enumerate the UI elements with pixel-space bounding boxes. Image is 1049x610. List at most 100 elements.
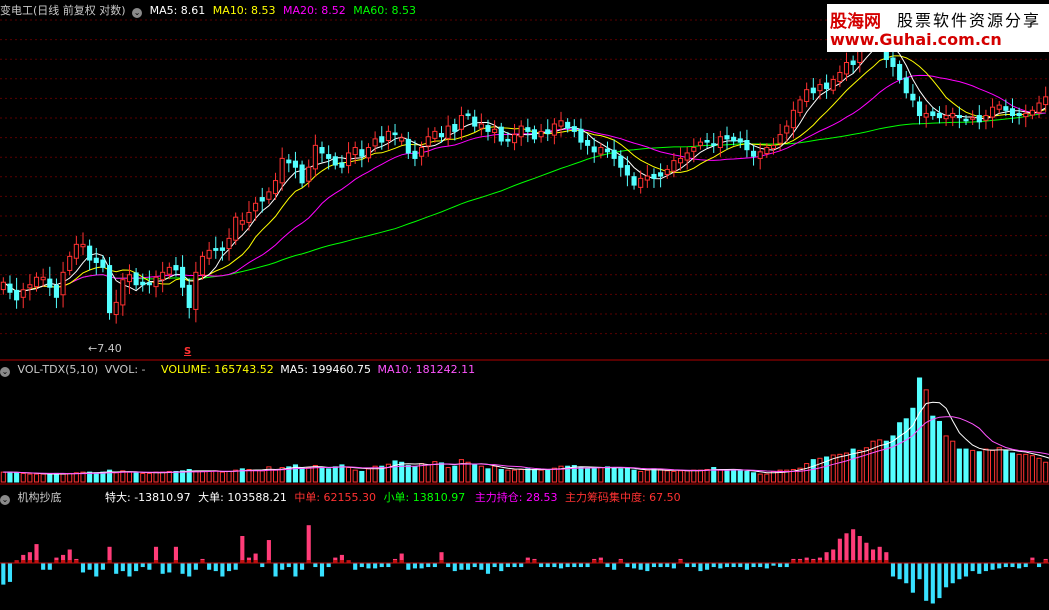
candle-body	[545, 129, 551, 135]
volume-bar	[591, 467, 597, 483]
volume-bar	[20, 472, 26, 483]
indicator-bar	[970, 563, 975, 572]
menu-circle-icon[interactable]: ⌄	[132, 8, 143, 18]
candle-body	[996, 104, 1002, 110]
candle-body	[432, 130, 438, 139]
indicator-bar	[744, 563, 749, 570]
indicator-bar	[426, 563, 431, 568]
ma5-label: MA5: 8.61	[149, 4, 206, 17]
ma60-line	[3, 112, 1046, 292]
indicator-bar	[87, 563, 92, 570]
indicator-bar	[326, 563, 331, 568]
candle-body	[206, 249, 212, 259]
candle-body	[359, 149, 365, 157]
candle-body	[817, 84, 823, 92]
indicator-bar	[631, 563, 637, 569]
candle-body	[731, 136, 737, 142]
menu-circle-icon[interactable]: ⌄	[0, 367, 10, 377]
volume-bar	[744, 470, 750, 483]
volume-bar	[326, 468, 332, 483]
indicator-bar	[612, 563, 617, 570]
candle-body	[113, 301, 119, 316]
candle-body	[1009, 108, 1016, 117]
indicator-bar	[306, 525, 311, 563]
candle-body	[824, 82, 830, 90]
candle-body	[611, 149, 617, 159]
volume-bar	[890, 435, 896, 483]
indicator-bar	[565, 563, 570, 568]
indicator-bar	[353, 563, 358, 570]
indicator-bar	[167, 563, 172, 573]
candle-body	[624, 165, 630, 176]
ma60-label: MA60: 8.53	[353, 4, 416, 17]
volume-bar	[618, 468, 624, 483]
candle-body	[684, 152, 690, 161]
candle-body	[286, 159, 292, 164]
indicator-bar	[844, 533, 849, 563]
indicator-bar	[585, 563, 590, 568]
indicator-bar	[379, 563, 384, 568]
candle-body	[910, 93, 916, 101]
volume-bar	[697, 469, 703, 483]
indicator-bar	[665, 563, 670, 568]
candle-body	[724, 135, 730, 140]
volume-bar	[445, 467, 451, 483]
volume-bar	[950, 440, 956, 483]
volume-bar	[857, 449, 863, 483]
volume-bar	[671, 470, 677, 483]
indicator-bar	[731, 563, 736, 568]
menu-circle-icon[interactable]: ⌄	[0, 495, 10, 505]
candle-body	[571, 126, 577, 132]
watermark-url: www.Guhai.com.cn	[830, 30, 1002, 49]
candle-body	[830, 79, 836, 91]
candle-body	[438, 133, 445, 138]
volume-bar	[352, 469, 358, 483]
volume-bar	[67, 472, 73, 483]
volume-bar	[903, 418, 909, 483]
indicator-bar	[213, 563, 218, 572]
candle-body	[425, 136, 431, 147]
indicator-bar	[140, 563, 145, 568]
candle-body	[385, 130, 391, 141]
indicator-bar	[904, 563, 909, 584]
indicator-bar	[187, 563, 192, 577]
candle-body	[651, 173, 657, 179]
indicator-bar	[452, 563, 457, 572]
indicator-bar	[685, 563, 690, 568]
candle-body	[392, 132, 398, 136]
candle-body	[664, 168, 670, 175]
volume-bar	[837, 453, 843, 483]
volume-bar	[206, 470, 212, 483]
volume-bar	[346, 467, 352, 483]
volume-bar	[897, 422, 903, 483]
indicator-bar	[80, 563, 86, 573]
candle-body	[638, 177, 644, 188]
indicator-bar	[472, 563, 477, 568]
indicator-bar	[313, 563, 318, 568]
candle-body	[166, 266, 172, 275]
ma10-series	[3, 55, 1046, 292]
volume-bar	[764, 473, 770, 483]
candle-body	[126, 274, 133, 283]
indicator-bar	[983, 563, 988, 572]
candle-body	[538, 130, 544, 138]
volume-bar	[392, 460, 398, 483]
candle-body	[1043, 96, 1049, 106]
volume-bar	[1023, 453, 1029, 483]
indicator-bar	[226, 563, 232, 572]
volume-bar	[1003, 449, 1009, 483]
volume-bar	[126, 471, 133, 483]
indicator-bar	[386, 563, 391, 568]
volume-bar	[704, 468, 710, 483]
candle-body	[478, 123, 484, 129]
indicator-bar	[738, 563, 743, 568]
candle-body	[153, 276, 159, 288]
candle-body	[452, 123, 458, 132]
volume-bar	[963, 448, 969, 483]
volume-bar	[551, 467, 557, 483]
indicator-bar	[924, 563, 929, 601]
indicator-bar	[625, 563, 630, 568]
volume-bar	[272, 469, 279, 483]
volume-bar	[306, 467, 312, 483]
candle-body	[332, 156, 338, 166]
